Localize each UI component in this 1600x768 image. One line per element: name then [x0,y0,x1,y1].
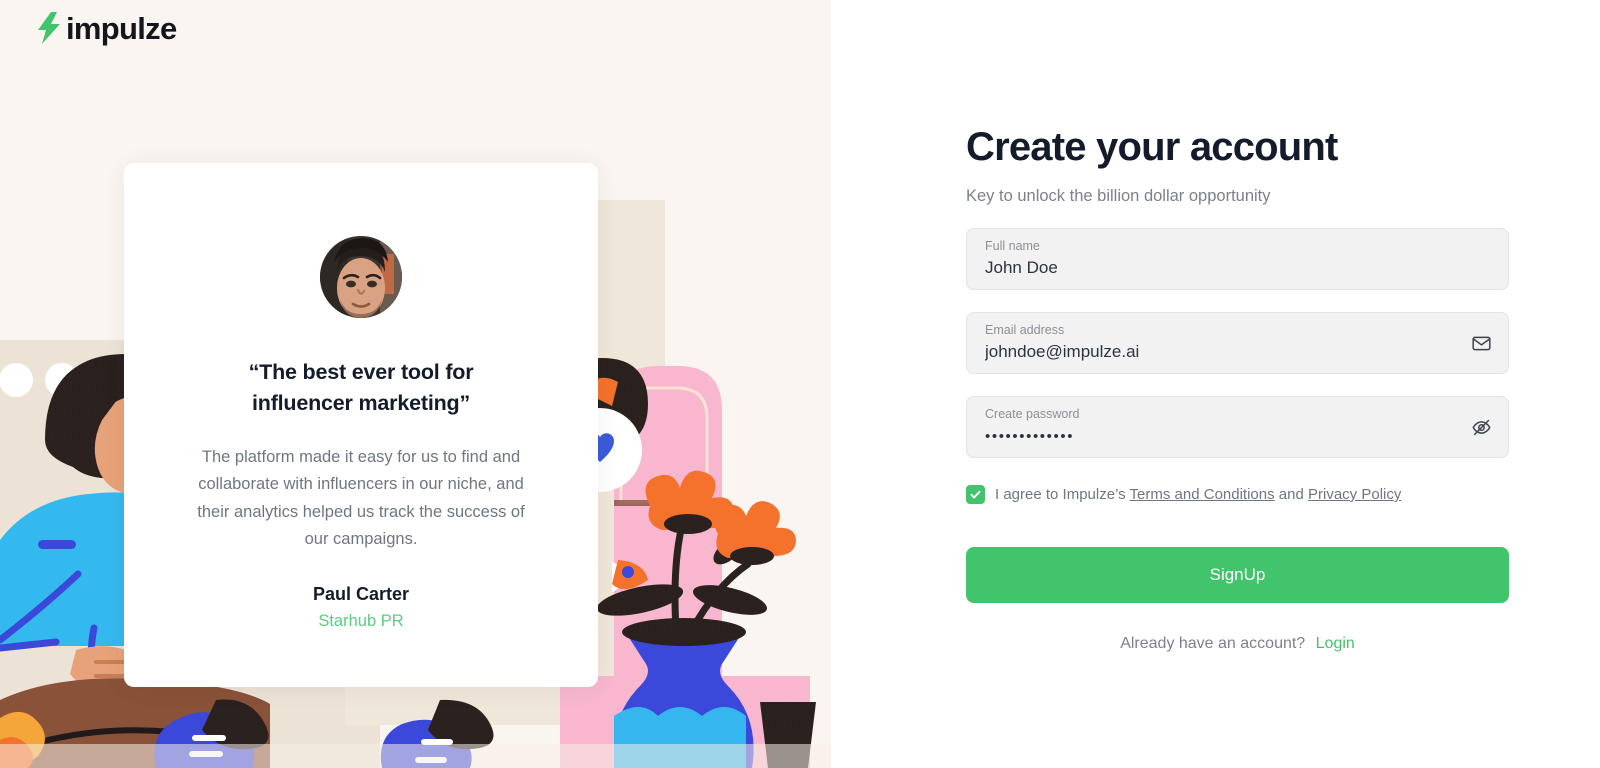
password-input[interactable]: ••••••••••••• [985,429,1490,444]
terms-checkbox[interactable] [966,485,985,504]
testimonial-quote: “The best ever tool for influencer marke… [248,360,474,415]
envelope-icon [1470,332,1492,354]
signup-page: impulze “The best ever tool for influenc… [0,0,1600,768]
brand-name: impulze [66,10,177,46]
left-marketing-panel: impulze “The best ever tool for influenc… [0,0,831,768]
terms-and-conditions-link[interactable]: Terms and Conditions [1130,486,1275,503]
privacy-policy-link[interactable]: Privacy Policy [1308,486,1401,503]
eye-off-icon[interactable] [1470,416,1492,438]
agreement-prefix: I agree to Impulze’s [995,486,1126,503]
agreement-text: I agree to Impulze’s Terms and Condition… [995,484,1401,505]
testimonial-card: “The best ever tool for influencer marke… [124,163,598,687]
email-input[interactable] [985,342,1490,363]
brand-logo[interactable]: impulze [36,12,177,44]
testimonial-organization: Starhub PR [318,611,404,630]
agreement-row: I agree to Impulze’s Terms and Condition… [966,484,1509,505]
email-label: Email address [985,323,1065,337]
avatar [320,236,402,318]
signup-form-panel: Create your account Key to unlock the bi… [831,0,1600,768]
full-name-field[interactable]: Full name [966,228,1509,290]
testimonial-body: The platform made it easy for us to find… [197,448,525,549]
email-field[interactable]: Email address [966,312,1509,374]
user-photo-avatar-icon [320,236,402,318]
page-subtitle: Key to unlock the billion dollar opportu… [966,187,1271,205]
testimonial-author: Paul Carter [312,583,410,604]
check-icon [970,490,981,499]
signup-button[interactable]: SignUp [966,547,1509,603]
login-prompt: Already have an account? Login [966,635,1509,653]
login-prompt-text: Already have an account? [1120,635,1306,652]
page-title: Create your account [966,125,1338,169]
login-link[interactable]: Login [1316,635,1355,652]
full-name-input[interactable] [985,258,1490,279]
password-field[interactable]: Create password ••••••••••••• [966,396,1509,458]
signup-form: Create your account Key to unlock the bi… [966,125,1509,653]
password-label: Create password [985,407,1080,421]
lightning-bolt-icon [38,12,60,44]
agreement-conjunction: and [1278,486,1304,503]
full-name-label: Full name [985,239,1040,253]
